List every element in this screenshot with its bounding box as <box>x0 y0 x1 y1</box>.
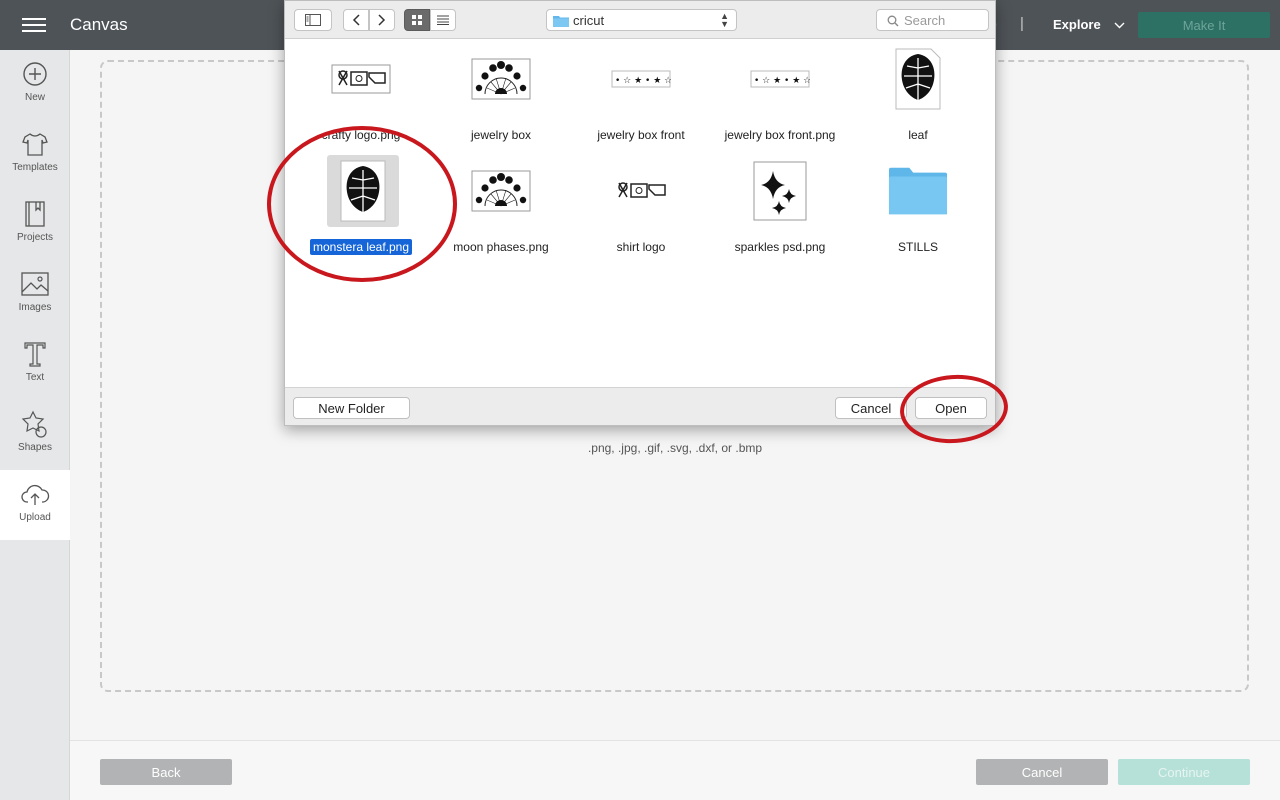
file-name: crafty logo.png <box>321 128 401 142</box>
sidebar-item-label: Text <box>25 372 45 383</box>
topbar-separator: | <box>1020 15 1024 32</box>
shapes-icon <box>19 408 51 440</box>
explore-button[interactable]: Explore <box>1053 17 1125 32</box>
image-icon <box>19 268 51 300</box>
sidebar-item-text[interactable]: Text <box>0 330 70 400</box>
sidebar-item-label: Templates <box>12 162 58 173</box>
moon-phases-thumbnail-icon <box>471 161 531 221</box>
updown-arrows-icon: ▲ ▼ <box>720 11 729 29</box>
file-name: jewelry box front.png <box>724 128 836 142</box>
page-title: Canvas <box>70 15 128 34</box>
file-name: STILLS <box>897 240 939 254</box>
chevron-right-icon <box>378 14 386 26</box>
file-grid: crafty logo.png jewelry box • ☆ ★ • ★ ☆ … <box>285 39 995 387</box>
list-icon <box>437 15 449 25</box>
sidebar-item-new[interactable]: New <box>0 50 70 120</box>
folder-icon <box>888 161 948 221</box>
sidebar-item-label: Projects <box>16 232 54 243</box>
open-button[interactable]: Open <box>915 397 987 419</box>
sidebar-item-label: Shapes <box>18 442 52 453</box>
book-icon <box>19 198 51 230</box>
text-t-icon <box>19 338 51 370</box>
folder-icon <box>553 14 569 32</box>
sidebar-item-projects[interactable]: Projects <box>0 190 70 260</box>
svg-text:• ☆ ★ • ★ ☆ ★ •: • ☆ ★ • ★ ☆ ★ • <box>754 76 810 86</box>
icon-view-button[interactable] <box>404 9 430 31</box>
explore-label: Explore <box>1053 17 1101 32</box>
sidebar-item-label: New <box>24 92 45 103</box>
leaf-thumbnail-icon <box>327 155 399 227</box>
logo-thumbnail-icon <box>331 49 391 109</box>
location-name: cricut <box>573 13 605 28</box>
sidebar-item-images[interactable]: Images <box>0 260 70 330</box>
location-dropdown[interactable]: cricut ▲ ▼ <box>546 9 737 31</box>
search-placeholder: Search <box>904 13 946 28</box>
sidebar-item-label: Upload <box>19 512 51 523</box>
sidebar-item-label: Images <box>18 302 52 313</box>
sidebar-toggle-button[interactable] <box>294 9 332 31</box>
grid-icon <box>412 15 422 25</box>
supported-formats-text: .png, .jpg, .gif, .svg, .dxf, or .bmp <box>587 441 763 455</box>
file-name: jewelry box <box>470 128 532 142</box>
leaf-thumbnail-icon <box>888 48 948 110</box>
dialog-cancel-button[interactable]: Cancel <box>835 397 907 419</box>
back-button[interactable]: Back <box>100 759 232 785</box>
cancel-button[interactable]: Cancel <box>976 759 1108 785</box>
dialog-footer: New Folder Cancel Open <box>285 387 995 425</box>
list-view-button[interactable] <box>430 9 456 31</box>
nav-back-button[interactable] <box>343 9 369 31</box>
dialog-toolbar: cricut ▲ ▼ Search <box>285 1 995 39</box>
nav-forward-button[interactable] <box>369 9 395 31</box>
file-name: moon phases.png <box>453 240 549 254</box>
file-name: jewelry box front <box>597 128 685 142</box>
hamburger-menu-icon[interactable] <box>22 15 48 35</box>
sidebar-item-shapes[interactable]: Shapes <box>0 400 70 470</box>
continue-button[interactable]: Continue <box>1118 759 1250 785</box>
chevron-down-icon <box>1114 17 1125 32</box>
file-open-dialog: cricut ▲ ▼ Search crafty logo.png jewelry… <box>284 0 996 426</box>
cloud-upload-icon <box>19 478 51 510</box>
shirt-icon <box>19 128 51 160</box>
stars-thumbnail-icon: • ☆ ★ • ★ ☆ ★ • <box>750 49 810 109</box>
file-name: shirt logo <box>616 240 666 254</box>
sidebar-item-templates[interactable]: Templates <box>0 120 70 190</box>
file-name: monstera leaf.png <box>291 239 431 255</box>
bottom-bar: Back Cancel Continue <box>70 740 1280 800</box>
logo-thumbnail-icon <box>611 161 671 221</box>
sidebar-toggle-icon <box>305 14 321 26</box>
sidebar-item-upload[interactable]: Upload <box>0 470 70 540</box>
moon-phases-thumbnail-icon <box>471 49 531 109</box>
file-name: sparkles psd.png <box>734 240 826 254</box>
svg-text:• ☆ ★ • ★ ☆ ★ •: • ☆ ★ • ★ ☆ ★ • <box>615 76 671 86</box>
search-icon <box>887 14 899 32</box>
make-it-button[interactable]: Make It <box>1138 12 1270 38</box>
sparkles-thumbnail-icon <box>750 161 810 221</box>
left-sidebar: New Templates Projects Images Text Shape… <box>0 50 70 800</box>
new-folder-button[interactable]: New Folder <box>293 397 410 419</box>
search-input[interactable]: Search <box>876 9 989 31</box>
stars-thumbnail-icon: • ☆ ★ • ★ ☆ ★ • <box>611 49 671 109</box>
file-name: leaf <box>908 128 928 142</box>
plus-circle-icon <box>19 58 51 90</box>
chevron-left-icon <box>352 14 360 26</box>
